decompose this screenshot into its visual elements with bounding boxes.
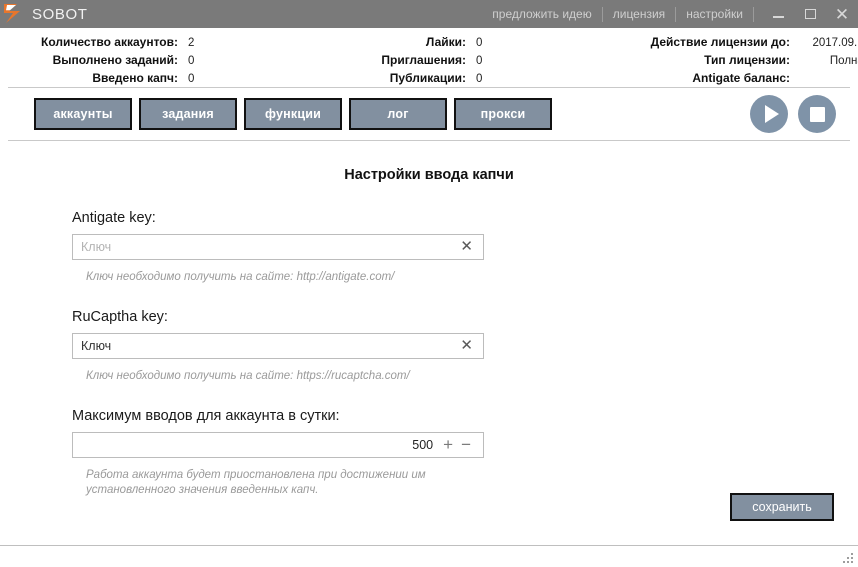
play-icon bbox=[764, 105, 779, 123]
stat-label-license-type: Тип лицензии: bbox=[704, 53, 790, 67]
page-title: Настройки ввода капчи bbox=[344, 167, 514, 183]
stat-label-captchas-entered: Введено капч: bbox=[92, 71, 178, 85]
tab-tasks[interactable]: задания bbox=[139, 98, 237, 130]
menu-divider bbox=[753, 6, 754, 22]
hint-rucaptcha-key: Ключ необходимо получить на сайте: https… bbox=[86, 370, 410, 382]
max-per-day-field[interactable]: + − bbox=[72, 432, 484, 458]
antigate-key-input[interactable] bbox=[81, 235, 459, 259]
label-antigate-key: Antigate key: bbox=[72, 210, 156, 226]
max-per-day-input[interactable] bbox=[81, 433, 440, 457]
stat-label-accounts-count: Количество аккаунтов: bbox=[41, 35, 178, 49]
field-group-antigate-key: Antigate key: ✕ Ключ необходимо получить… bbox=[72, 210, 484, 285]
stat-row: Введено капч: 0 bbox=[0, 69, 238, 87]
titlebar: SOBOT предложить идею лицензия настройки… bbox=[0, 0, 858, 28]
rucaptcha-key-field[interactable]: ✕ bbox=[72, 333, 484, 359]
stop-icon bbox=[809, 106, 825, 122]
stats-bar: Количество аккаунтов: 2 Выполнено задани… bbox=[0, 28, 858, 87]
stat-row: Выполнено заданий: 0 bbox=[0, 51, 238, 69]
transport-controls bbox=[750, 95, 836, 133]
stat-row: Лайки: 0 bbox=[286, 33, 526, 51]
clear-icon[interactable]: ✕ bbox=[458, 338, 475, 353]
clear-icon[interactable]: ✕ bbox=[458, 239, 475, 254]
antigate-key-field[interactable]: ✕ bbox=[72, 234, 484, 260]
close-button[interactable]: ✕ bbox=[826, 0, 858, 28]
stat-row: Количество аккаунтов: 2 bbox=[0, 33, 238, 51]
stat-row: Публикации: 0 bbox=[286, 69, 526, 87]
stat-label-invites: Приглашения: bbox=[381, 53, 466, 67]
tab-bar: аккаунты задания функции лог прокси bbox=[0, 88, 858, 140]
tab-log[interactable]: лог bbox=[349, 98, 447, 130]
stat-row: Antigate баланс: 0 bbox=[630, 69, 858, 87]
rucaptcha-key-input[interactable] bbox=[81, 334, 459, 358]
minimize-icon bbox=[772, 16, 784, 18]
stat-value-publications: 0 bbox=[476, 73, 483, 85]
stat-row: Приглашения: 0 bbox=[286, 51, 526, 69]
stat-value-captchas-entered: 0 bbox=[188, 73, 195, 85]
maximize-button[interactable] bbox=[794, 0, 826, 28]
main-content: Настройки ввода капчи Antigate key: ✕ Кл… bbox=[0, 141, 858, 539]
stats-column-activity: Лайки: 0 Приглашения: 0 Публикации: 0 bbox=[286, 33, 526, 87]
captcha-settings-form: Antigate key: ✕ Ключ необходимо получить… bbox=[72, 210, 484, 498]
hint-antigate-key: Ключ необходимо получить на сайте: http:… bbox=[86, 271, 395, 283]
decrement-icon[interactable]: − bbox=[457, 436, 475, 453]
field-group-max-per-day: Максимум вводов для аккаунта в сутки: + … bbox=[72, 408, 484, 498]
sobot-logo-icon bbox=[0, 0, 28, 28]
status-bar bbox=[0, 545, 858, 567]
stat-label-publications: Публикации: bbox=[389, 71, 466, 85]
tab-proxy[interactable]: прокси bbox=[454, 98, 552, 130]
minimize-button[interactable] bbox=[762, 0, 794, 28]
stop-button[interactable] bbox=[798, 95, 836, 133]
tab-functions[interactable]: функции bbox=[244, 98, 342, 130]
stat-value-invites: 0 bbox=[476, 55, 483, 67]
menu-item-suggest-idea[interactable]: предложить идею bbox=[482, 0, 601, 28]
app-title: SOBOT bbox=[32, 5, 88, 23]
stats-column-accounts: Количество аккаунтов: 2 Выполнено задани… bbox=[0, 33, 238, 87]
stat-value-tasks-done: 0 bbox=[188, 55, 195, 67]
stat-label-antigate-balance: Antigate баланс: bbox=[692, 71, 790, 85]
increment-icon[interactable]: + bbox=[439, 436, 457, 453]
label-rucaptcha-key: RuCaptha key: bbox=[72, 309, 168, 325]
stat-value-license-until: 2017.09.14 bbox=[812, 37, 858, 49]
stat-value-likes: 0 bbox=[476, 37, 483, 49]
stat-value-antigate-balance: 0 bbox=[790, 70, 858, 88]
close-icon: ✕ bbox=[834, 4, 850, 24]
save-button[interactable]: сохранить bbox=[730, 493, 834, 521]
stat-value-license-type: Полная bbox=[829, 55, 858, 67]
stat-row: Тип лицензии: Полная bbox=[630, 51, 858, 69]
maximize-icon bbox=[804, 9, 816, 19]
stat-value-accounts-count: 2 bbox=[188, 37, 195, 49]
hint-max-per-day: Работа аккаунта будет приостановлена при… bbox=[86, 469, 426, 496]
titlebar-menu: предложить идею лицензия настройки bbox=[482, 0, 754, 28]
tab-accounts[interactable]: аккаунты bbox=[34, 98, 132, 130]
start-button[interactable] bbox=[750, 95, 788, 133]
stat-row: Действие лицензии до: 2017.09.14 bbox=[630, 33, 858, 51]
menu-item-license[interactable]: лицензия bbox=[603, 0, 675, 28]
stat-label-tasks-done: Выполнено заданий: bbox=[52, 53, 178, 67]
stat-label-license-until: Действие лицензии до: bbox=[650, 35, 790, 49]
menu-item-settings[interactable]: настройки bbox=[676, 0, 753, 28]
label-max-per-day: Максимум вводов для аккаунта в сутки: bbox=[72, 408, 340, 424]
resize-grip-icon[interactable] bbox=[843, 553, 855, 565]
field-group-rucaptcha-key: RuCaptha key: ✕ Ключ необходимо получить… bbox=[72, 309, 484, 384]
stat-label-likes: Лайки: bbox=[425, 35, 466, 49]
window-controls: ✕ bbox=[762, 0, 858, 28]
stats-column-license: Действие лицензии до: 2017.09.14 Тип лиц… bbox=[630, 33, 858, 87]
